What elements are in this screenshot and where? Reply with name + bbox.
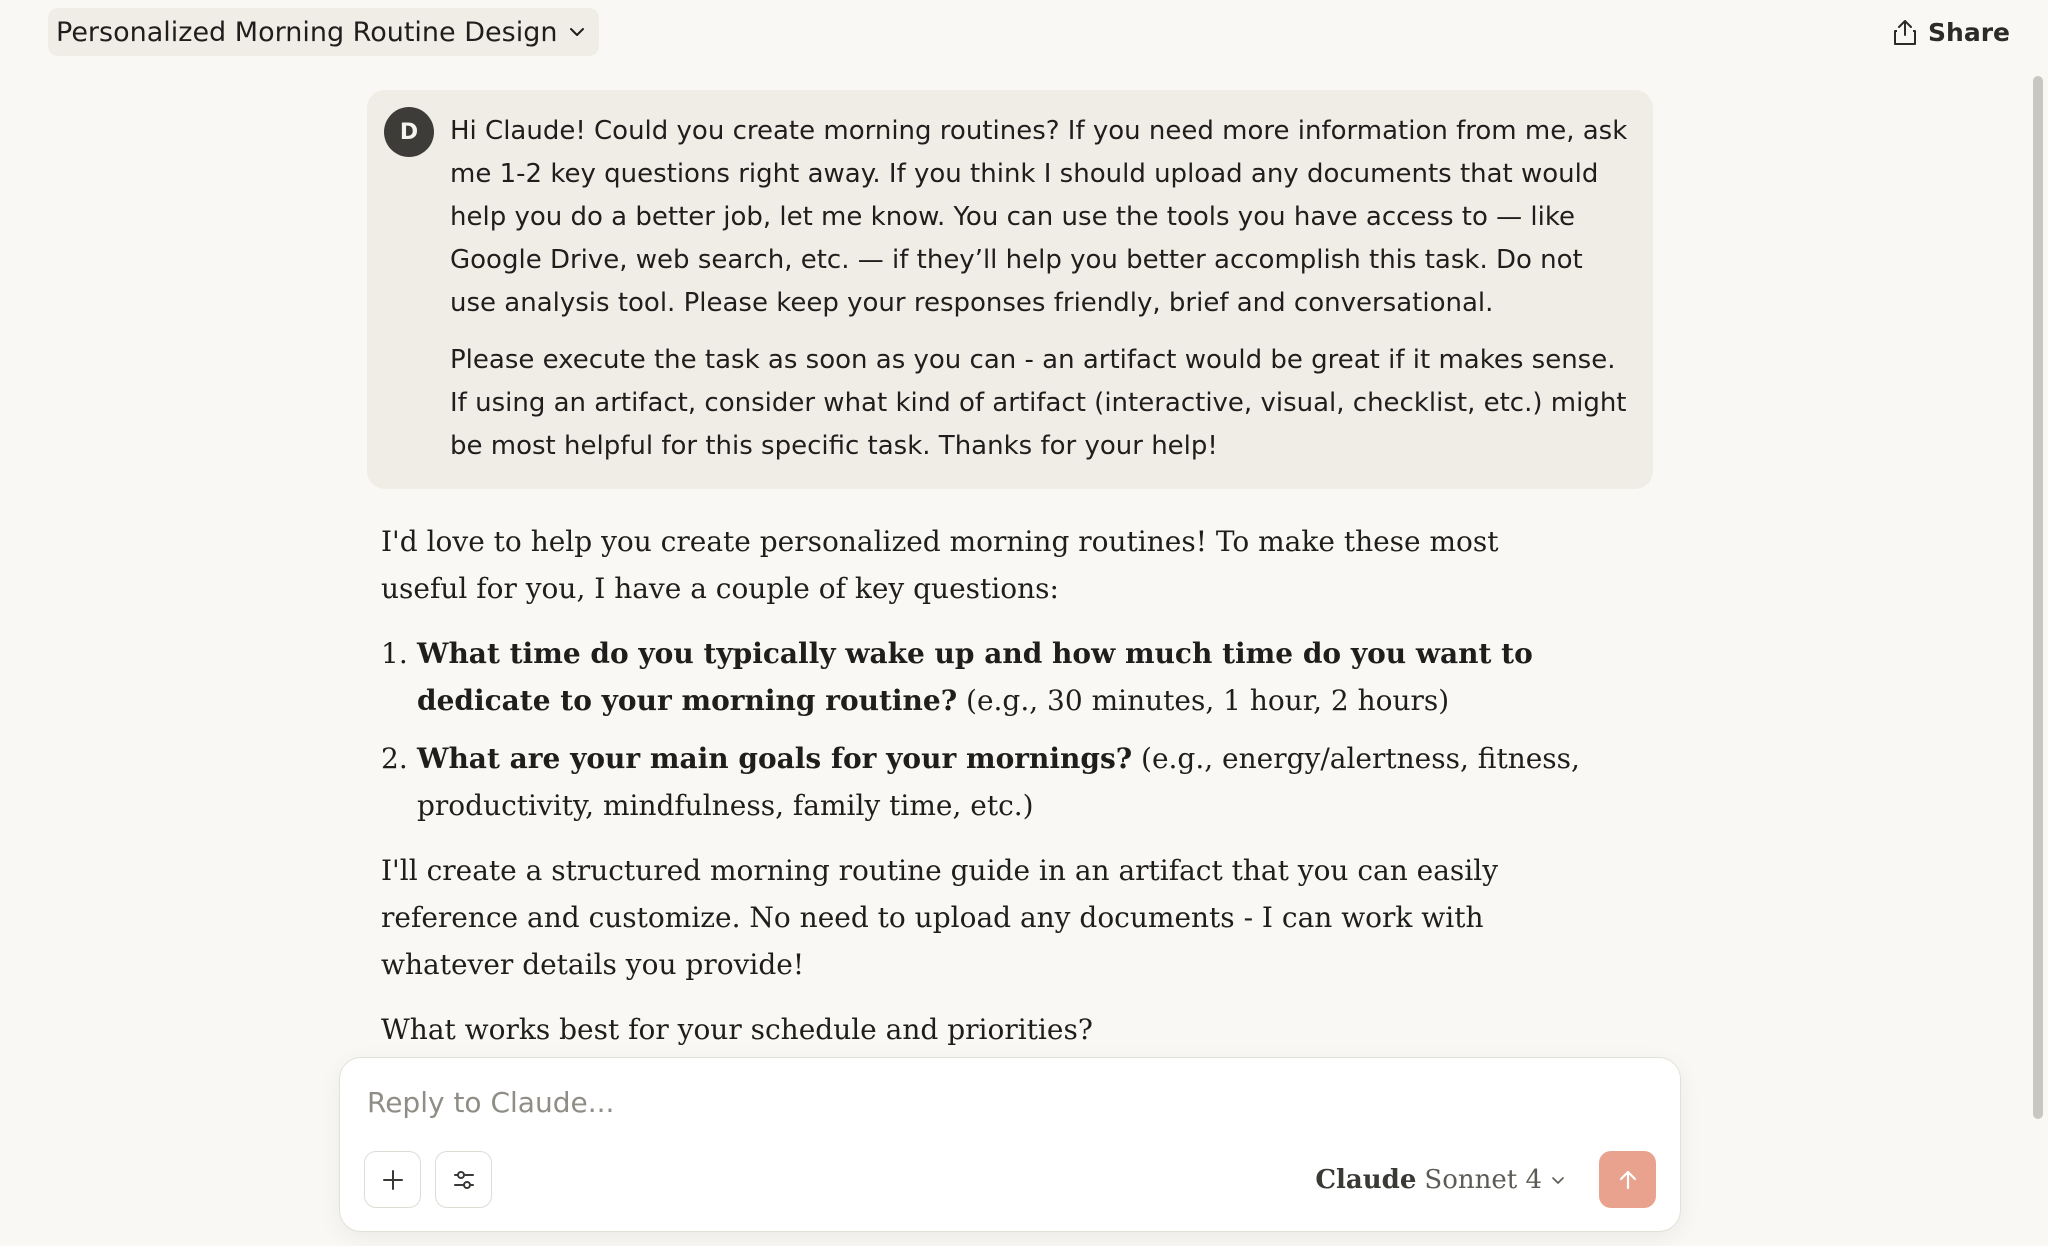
user-paragraph: Please execute the task as soon as you c… bbox=[450, 345, 1627, 461]
list-item: 2. What are your main goals for your mor… bbox=[381, 735, 1581, 829]
question-bold: What are your main goals for your mornin… bbox=[417, 742, 1133, 775]
reply-composer: Claude Sonnet 4 bbox=[339, 1057, 1681, 1232]
avatar: D bbox=[384, 107, 434, 157]
assistant-message: I'd love to help you create personalized… bbox=[381, 518, 1581, 1071]
question-rest: (e.g., 30 minutes, 1 hour, 2 hours) bbox=[957, 684, 1450, 717]
add-attachment-button[interactable] bbox=[364, 1151, 421, 1208]
arrow-up-icon bbox=[1619, 1170, 1636, 1189]
user-paragraph: Hi Claude! Could you create morning rout… bbox=[450, 116, 1628, 318]
list-item: 1. What time do you typically wake up an… bbox=[381, 630, 1581, 724]
scrollbar[interactable] bbox=[2033, 76, 2043, 1119]
share-button[interactable]: Share bbox=[1892, 12, 2010, 52]
conversation-title: Personalized Morning Routine Design bbox=[56, 16, 558, 48]
user-message: D Hi Claude! Could you create morning ro… bbox=[367, 90, 1653, 489]
reply-input[interactable] bbox=[365, 1078, 1615, 1126]
header: Personalized Morning Routine Design Shar… bbox=[0, 0, 2048, 64]
assistant-followup: I'll create a structured morning routine… bbox=[381, 854, 1499, 981]
model-selector[interactable]: Claude Sonnet 4 bbox=[1315, 1158, 1566, 1202]
plus-icon bbox=[382, 1169, 403, 1190]
assistant-intro: I'd love to help you create personalized… bbox=[381, 525, 1499, 605]
list-number: 1. bbox=[381, 637, 408, 670]
chevron-down-icon bbox=[570, 28, 585, 36]
tools-settings-button[interactable] bbox=[435, 1151, 492, 1208]
conversation-title-button[interactable]: Personalized Morning Routine Design bbox=[48, 8, 600, 56]
send-button[interactable] bbox=[1599, 1151, 1656, 1208]
assistant-closing: What works best for your schedule and pr… bbox=[381, 1013, 1093, 1046]
chevron-down-icon bbox=[1552, 1177, 1564, 1184]
question-list: 1. What time do you typically wake up an… bbox=[381, 630, 1581, 829]
share-label: Share bbox=[1928, 17, 2010, 47]
share-icon bbox=[1894, 20, 1917, 45]
model-brand: Claude bbox=[1315, 1165, 1417, 1195]
model-version: Sonnet 4 bbox=[1424, 1165, 1542, 1195]
user-message-text: Hi Claude! Could you create morning rout… bbox=[450, 110, 1630, 482]
sliders-icon bbox=[453, 1170, 474, 1189]
list-number: 2. bbox=[381, 742, 408, 775]
